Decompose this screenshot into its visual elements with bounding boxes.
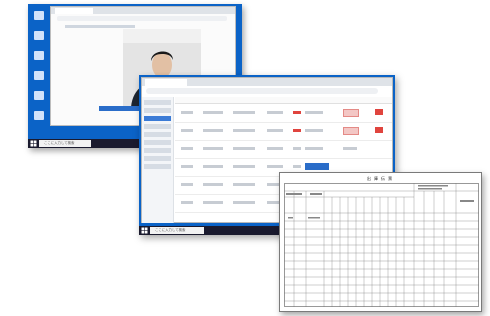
tab-bar	[51, 7, 235, 14]
form-grid-table	[284, 183, 479, 307]
dropdown-open[interactable]	[305, 163, 329, 170]
table-row[interactable]	[175, 123, 392, 141]
sidebar-item[interactable]	[144, 100, 171, 105]
row-delete-button[interactable]	[375, 127, 383, 133]
taskbar-search-input[interactable]: ここに入力して検索	[150, 227, 204, 234]
sidebar-item-active[interactable]	[144, 116, 171, 121]
app-sidebar	[142, 97, 174, 223]
desktop-app-icon[interactable]	[34, 91, 44, 100]
desktop-app-icon[interactable]	[34, 11, 44, 20]
desktop-icons-column	[30, 8, 48, 123]
windows-start-icon[interactable]	[141, 227, 148, 234]
browser-tab[interactable]	[55, 8, 93, 14]
taskbar-search-input[interactable]: ここに入力して検索	[39, 140, 91, 147]
paper-slip-form: 出 庫 伝 票	[279, 172, 482, 312]
row-delete-button[interactable]	[375, 109, 383, 115]
address-bar[interactable]	[57, 16, 227, 21]
sidebar-item[interactable]	[144, 124, 171, 129]
form-title: 出 庫 伝 票	[366, 176, 394, 181]
row-action-button[interactable]	[343, 127, 359, 135]
desktop-app-icon[interactable]	[34, 71, 44, 80]
status-flag	[293, 111, 301, 114]
page-heading-line	[65, 25, 135, 28]
windows-start-icon[interactable]	[30, 140, 37, 147]
sidebar-item[interactable]	[144, 156, 171, 161]
table-row[interactable]	[175, 105, 392, 123]
sidebar-item[interactable]	[144, 148, 171, 153]
table-header	[175, 97, 392, 104]
status-flag	[293, 129, 301, 132]
sidebar-item[interactable]	[144, 140, 171, 145]
desktop-app-icon[interactable]	[34, 31, 44, 40]
address-bar[interactable]	[146, 88, 378, 94]
desktop-app-icon[interactable]	[34, 51, 44, 60]
tab-bar	[142, 78, 392, 86]
row-action-button[interactable]	[343, 109, 359, 117]
sidebar-item[interactable]	[144, 132, 171, 137]
browser-tab[interactable]	[145, 79, 187, 86]
desktop-app-icon[interactable]	[34, 111, 44, 120]
table-row[interactable]	[175, 141, 392, 159]
sidebar-item[interactable]	[144, 164, 171, 169]
sidebar-item[interactable]	[144, 108, 171, 113]
